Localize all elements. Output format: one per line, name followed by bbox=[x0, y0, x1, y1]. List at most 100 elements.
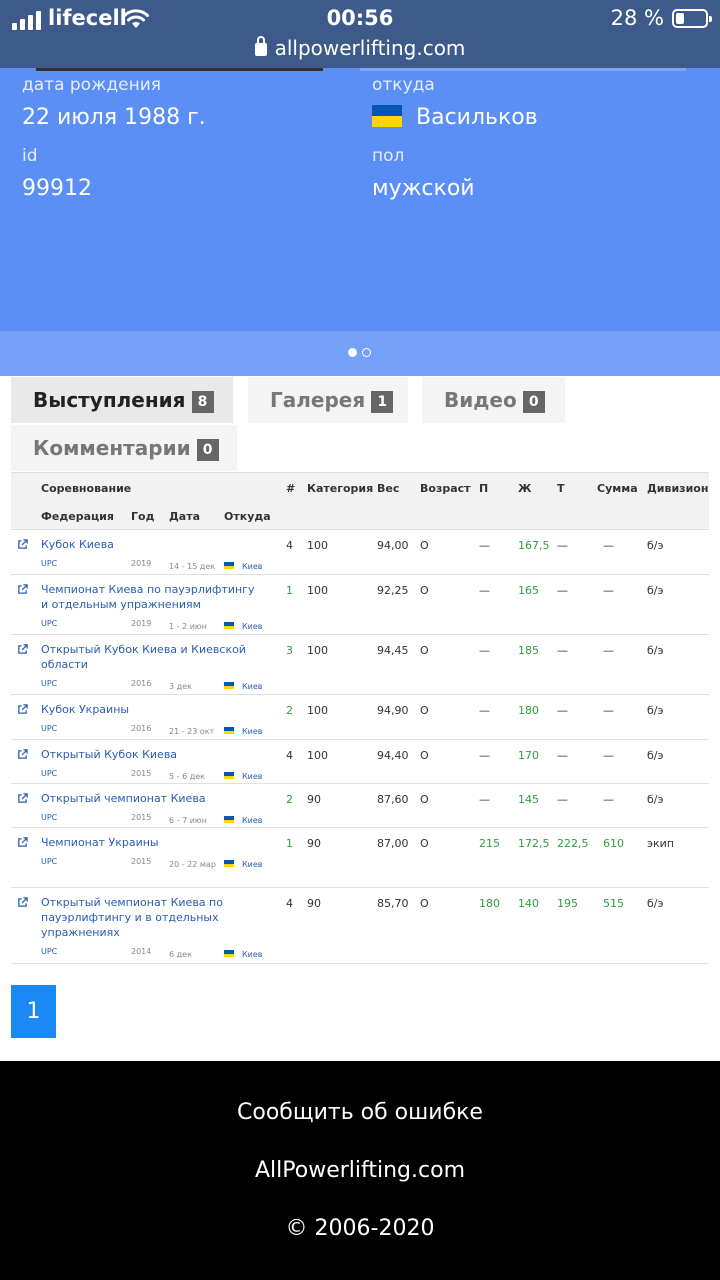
external-link-icon[interactable] bbox=[17, 644, 28, 655]
division: б/э bbox=[647, 704, 664, 717]
external-link-icon[interactable] bbox=[17, 539, 28, 550]
header-bench: Ж bbox=[518, 482, 532, 495]
tab-gallery[interactable]: Галерея 1 bbox=[248, 377, 408, 423]
deadlift-result: — bbox=[557, 793, 568, 806]
sex-field: пол мужской bbox=[372, 146, 475, 201]
place: 4 bbox=[286, 539, 293, 552]
competition-link[interactable]: Чемпионат Украины bbox=[41, 835, 256, 850]
external-link-icon[interactable] bbox=[17, 837, 28, 848]
deadlift-result: — bbox=[557, 749, 568, 762]
city-link[interactable]: Киев bbox=[242, 860, 263, 869]
site-name-link[interactable]: AllPowerlifting.com bbox=[0, 1158, 720, 1183]
tab-comments[interactable]: Комментарии 0 bbox=[11, 425, 237, 471]
table-row: Открытый чемпионат Киева UPC 2015 6 - 7 июн… bbox=[11, 784, 709, 828]
city-link[interactable]: Киев bbox=[242, 727, 263, 736]
city-link[interactable]: Киев bbox=[242, 816, 263, 825]
header-division: Дивизион bbox=[647, 482, 709, 495]
carousel-dot-2[interactable] bbox=[362, 348, 371, 357]
division: б/э bbox=[647, 897, 664, 910]
total-result: — bbox=[603, 793, 614, 806]
age-group: O bbox=[420, 897, 429, 910]
federation-link[interactable]: UPC bbox=[41, 724, 57, 733]
competition-link[interactable]: Чемпионат Киева по пауэрлифтингу и отдел… bbox=[41, 582, 256, 612]
header-squat: П bbox=[479, 482, 489, 495]
bench-result: 145 bbox=[518, 793, 539, 806]
weight-category: 90 bbox=[307, 837, 321, 850]
lock-icon bbox=[254, 36, 267, 56]
city-link[interactable]: Киев bbox=[242, 772, 263, 781]
age-group: O bbox=[420, 837, 429, 850]
tab-performances[interactable]: Выступления 8 bbox=[11, 377, 233, 423]
competition-link[interactable]: Открытый Кубок Киева bbox=[41, 747, 256, 762]
federation-link[interactable]: UPC bbox=[41, 947, 57, 956]
date: 6 - 7 июн bbox=[169, 816, 207, 825]
competition-link[interactable]: Открытый чемпионат Киева по пауэрлифтинг… bbox=[41, 895, 256, 940]
external-link-icon[interactable] bbox=[17, 704, 28, 715]
city-link[interactable]: Киев bbox=[242, 950, 263, 959]
id-field: id 99912 bbox=[22, 146, 92, 201]
bench-result: 185 bbox=[518, 644, 539, 657]
pagination-page-1[interactable]: 1 bbox=[11, 985, 56, 1038]
squat-result: — bbox=[479, 584, 490, 597]
address-bar[interactable]: allpowerlifting.com bbox=[0, 36, 720, 60]
tab-gallery-count: 1 bbox=[371, 391, 394, 413]
year: 2016 bbox=[131, 724, 152, 733]
bench-result: 170 bbox=[518, 749, 539, 762]
external-link-icon[interactable] bbox=[17, 793, 28, 804]
body-weight: 94,00 bbox=[377, 539, 409, 552]
competition-link[interactable]: Открытый чемпионат Киева bbox=[41, 791, 256, 806]
birth-date-field: дата рождения 22 июля 1988 г. bbox=[22, 75, 206, 130]
competition-link[interactable]: Кубок Украины bbox=[41, 702, 256, 717]
url-text: allpowerlifting.com bbox=[274, 36, 466, 60]
federation-link[interactable]: UPC bbox=[41, 857, 57, 866]
external-link-icon[interactable] bbox=[17, 897, 28, 908]
header-competition: Соревнование bbox=[41, 482, 132, 495]
browser-status-bar: lifecell 00:56 28 % allpowerlifting.com bbox=[0, 0, 720, 68]
federation-link[interactable]: UPC bbox=[41, 559, 57, 568]
federation-link[interactable]: UPC bbox=[41, 813, 57, 822]
table-row: Открытый Кубок Киева и Киевской области U… bbox=[11, 635, 709, 695]
tab-performances-count: 8 bbox=[191, 391, 214, 413]
age-group: O bbox=[420, 539, 429, 552]
header-deadlift: Т bbox=[557, 482, 565, 495]
total-result: — bbox=[603, 539, 614, 552]
weight-category: 100 bbox=[307, 539, 328, 552]
weight-category: 100 bbox=[307, 749, 328, 762]
place: 3 bbox=[286, 644, 293, 657]
weight-category: 90 bbox=[307, 897, 321, 910]
city-link[interactable]: Киев bbox=[242, 622, 263, 631]
table-row: Кубок Киева UPC 2019 14 - 15 дек Киев 4 100 94,… bbox=[11, 530, 709, 575]
competition-link[interactable]: Кубок Киева bbox=[41, 537, 256, 552]
ukraine-flag-icon bbox=[224, 816, 234, 823]
ukraine-flag-icon bbox=[224, 950, 234, 957]
header-weight: Вес bbox=[377, 482, 400, 495]
federation-link[interactable]: UPC bbox=[41, 679, 57, 688]
report-error-link[interactable]: Сообщить об ошибке bbox=[0, 1100, 720, 1125]
header-category: Категория bbox=[307, 482, 374, 495]
ukraine-flag-icon bbox=[224, 860, 234, 867]
ukraine-flag-icon bbox=[224, 727, 234, 734]
place: 2 bbox=[286, 793, 293, 806]
age-group: O bbox=[420, 644, 429, 657]
header-year: Год bbox=[131, 510, 155, 523]
date: 3 дек bbox=[169, 682, 192, 691]
date: 6 дек bbox=[169, 950, 192, 959]
body-weight: 87,60 bbox=[377, 793, 409, 806]
external-link-icon[interactable] bbox=[17, 749, 28, 760]
city-link[interactable]: Киев bbox=[242, 562, 263, 571]
id-label: id bbox=[22, 146, 38, 166]
bench-result: 140 bbox=[518, 897, 539, 910]
deadlift-result: 195 bbox=[557, 897, 578, 910]
weight-category: 90 bbox=[307, 793, 321, 806]
city-link[interactable]: Киев bbox=[242, 682, 263, 691]
year: 2015 bbox=[131, 813, 152, 822]
federation-link[interactable]: UPC bbox=[41, 619, 57, 628]
body-weight: 85,70 bbox=[377, 897, 409, 910]
carousel-dot-1[interactable] bbox=[348, 348, 357, 357]
external-link-icon[interactable] bbox=[17, 584, 28, 595]
date: 21 - 23 окт bbox=[169, 727, 215, 736]
tab-video[interactable]: Видео 0 bbox=[422, 377, 565, 423]
federation-link[interactable]: UPC bbox=[41, 769, 57, 778]
competition-link[interactable]: Открытый Кубок Киева и Киевской области bbox=[41, 642, 256, 672]
squat-result: — bbox=[479, 749, 490, 762]
